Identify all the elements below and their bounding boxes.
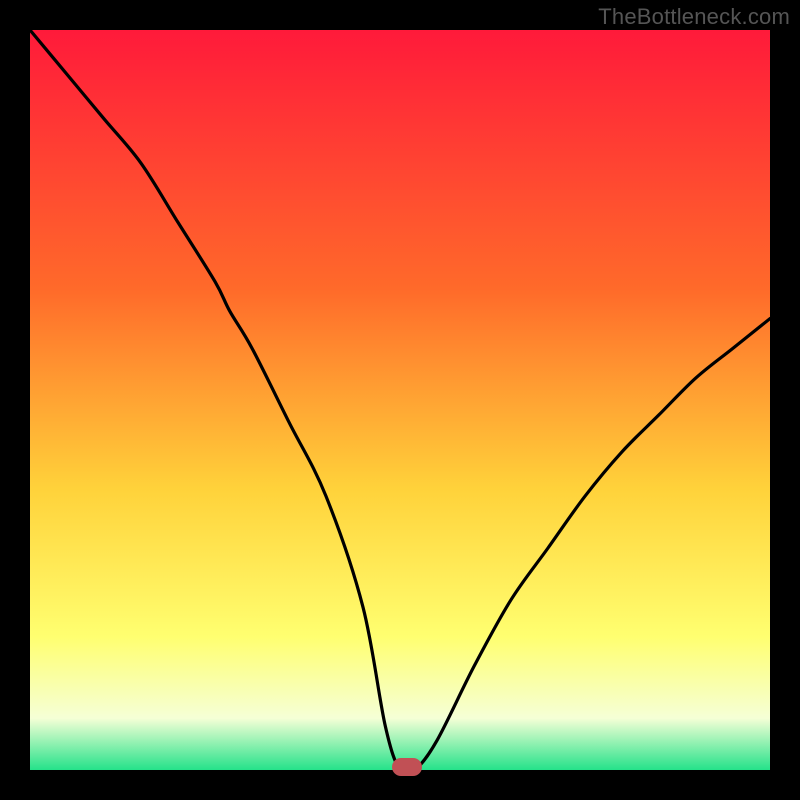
chart-svg: [30, 30, 770, 770]
watermark-text: TheBottleneck.com: [598, 4, 790, 30]
gradient-background: [30, 30, 770, 770]
plot-area: [30, 30, 770, 770]
optimal-marker: [392, 758, 422, 776]
